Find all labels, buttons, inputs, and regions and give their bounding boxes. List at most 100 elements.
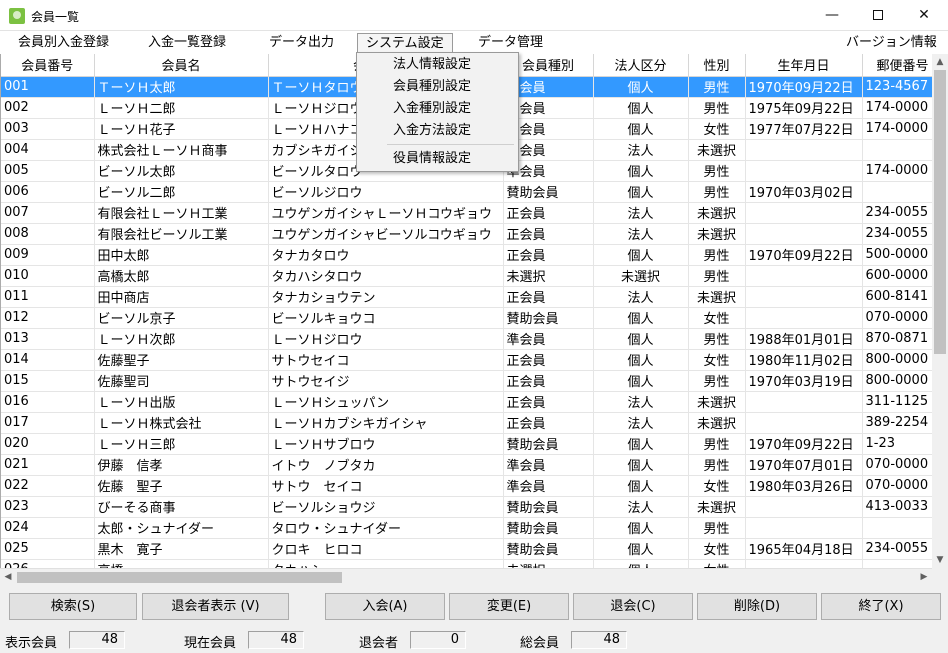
cell-gender[interactable]: 女性 bbox=[688, 538, 746, 560]
cell-member-type[interactable]: 正会員 bbox=[503, 412, 594, 434]
cell-corp-class[interactable]: 個人 bbox=[593, 244, 689, 266]
cell-member-no[interactable]: 006 bbox=[1, 181, 95, 203]
table-row[interactable]: 020 ＬーソＨ三郎 ＬーソＨサブロウ 賛助会員 個人 男性 1970年09月22日 1-23 bbox=[1, 433, 932, 455]
cell-member-no[interactable]: 010 bbox=[1, 265, 95, 287]
cell-member-no[interactable]: 015 bbox=[1, 370, 95, 392]
cell-member-name[interactable]: ＬーソＨ二郎 bbox=[94, 97, 269, 119]
cell-member-name[interactable]: 伊藤 信孝 bbox=[94, 454, 269, 476]
cell-postal-code[interactable]: 600-0000 bbox=[862, 265, 932, 287]
cell-member-name[interactable]: ＴーソＨ太郎 bbox=[94, 76, 269, 98]
cell-gender[interactable]: 男性 bbox=[688, 328, 746, 350]
cell-member-name[interactable]: 有限会社ビーソル工業 bbox=[94, 223, 269, 245]
cell-corp-class[interactable]: 個人 bbox=[593, 517, 689, 539]
dropdown-member-type-settings[interactable]: 会員種別設定 bbox=[393, 77, 471, 97]
cell-postal-code[interactable]: 070-0000 bbox=[862, 475, 932, 497]
table-row[interactable]: 008 有限会社ビーソル工業 ユウゲンガイシャビーソルコウギョウ 正会員 法人 未選択 23… bbox=[1, 223, 932, 245]
cell-birthdate[interactable] bbox=[745, 265, 863, 287]
cell-postal-code[interactable]: 174-0000 bbox=[862, 118, 932, 140]
cell-member-kana[interactable]: ユウゲンガイシャビーソルコウギョウ bbox=[268, 223, 504, 245]
cell-member-no[interactable]: 025 bbox=[1, 538, 95, 560]
search-button[interactable]: 検索(S) bbox=[9, 593, 137, 620]
cell-member-name[interactable]: びーそる商事 bbox=[94, 496, 269, 518]
cell-member-kana[interactable]: クロキ ヒロコ bbox=[268, 538, 504, 560]
table-row[interactable]: 026高橋タカハシ未選択個人女性 bbox=[1, 559, 932, 568]
cell-member-name[interactable]: ＬーソＨ出版 bbox=[94, 391, 269, 413]
cell-member-name[interactable]: 田中商店 bbox=[94, 286, 269, 308]
table-row[interactable]: 010 高橋太郎 タカハシタロウ 未選択 未選択 男性 600-0000 bbox=[1, 265, 932, 287]
cell-member-name[interactable]: 田中太郎 bbox=[94, 244, 269, 266]
cell-member-no[interactable]: 002 bbox=[1, 97, 95, 119]
cell-corp-class[interactable]: 個人 bbox=[593, 307, 689, 329]
dropdown-corp-info-settings[interactable]: 法人情報設定 bbox=[393, 55, 471, 75]
cell-member-type[interactable]: 正会員 bbox=[503, 202, 594, 224]
cell-member-name[interactable]: 株式会社ＬーソＨ商事 bbox=[94, 139, 269, 161]
cell-corp-class[interactable]: 法人 bbox=[593, 139, 689, 161]
cell-member-no[interactable]: 024 bbox=[1, 517, 95, 539]
cell-member-type[interactable]: 未選択 bbox=[503, 559, 594, 568]
cell-member-name[interactable]: 佐藤聖子 bbox=[94, 349, 269, 371]
cell-gender[interactable]: 女性 bbox=[688, 118, 746, 140]
cell-member-no[interactable]: 020 bbox=[1, 433, 95, 455]
table-row[interactable]: 022 佐藤 聖子 サトウ セイコ 準会員 個人 女性 1980年03月26日 070-000… bbox=[1, 475, 932, 497]
menu-member-payment[interactable]: 会員別入金登録 bbox=[10, 33, 117, 53]
cell-gender[interactable]: 男性 bbox=[688, 244, 746, 266]
cell-postal-code[interactable]: 234-0055 bbox=[862, 538, 932, 560]
cell-member-name[interactable]: 太郎・シュナイダー bbox=[94, 517, 269, 539]
cell-member-no[interactable]: 026 bbox=[1, 559, 95, 568]
cell-postal-code[interactable]: 1-23 bbox=[862, 433, 932, 455]
cell-member-name[interactable]: 高橋太郎 bbox=[94, 265, 269, 287]
cell-birthdate[interactable] bbox=[745, 559, 863, 568]
cell-postal-code[interactable]: 389-2254 bbox=[862, 412, 932, 434]
cell-corp-class[interactable]: 個人 bbox=[593, 181, 689, 203]
cell-member-kana[interactable]: ＬーソＨシュッパン bbox=[268, 391, 504, 413]
cell-birthdate[interactable]: 1970年03月19日 bbox=[745, 370, 863, 392]
table-row[interactable]: 014 佐藤聖子 サトウセイコ 正会員 個人 女性 1980年11月02日 800-0000 bbox=[1, 349, 932, 371]
withdraw-button[interactable]: 退会(C) bbox=[573, 593, 693, 620]
cell-member-type[interactable]: 正会員 bbox=[503, 370, 594, 392]
table-row[interactable]: 006 ビーソル二郎 ビーソルジロウ 賛助会員 個人 男性 1970年03月02日 bbox=[1, 181, 932, 203]
table-row[interactable]: 016 ＬーソＨ出版 ＬーソＨシュッパン 正会員 法人 未選択 311-1125 bbox=[1, 391, 932, 413]
cell-member-no[interactable]: 021 bbox=[1, 454, 95, 476]
cell-member-kana[interactable]: ビーソルキョウコ bbox=[268, 307, 504, 329]
cell-postal-code[interactable]: 870-0871 bbox=[862, 328, 932, 350]
cell-gender[interactable]: 未選択 bbox=[688, 139, 746, 161]
cell-postal-code[interactable]: 234-0055 bbox=[862, 202, 932, 224]
cell-corp-class[interactable]: 法人 bbox=[593, 412, 689, 434]
table-row[interactable]: 021 伊藤 信孝 イトウ ノブタカ 準会員 個人 男性 1970年07月01日 070-00… bbox=[1, 454, 932, 476]
cell-postal-code[interactable] bbox=[862, 559, 932, 568]
cell-postal-code[interactable]: 174-0000 bbox=[862, 160, 932, 182]
cell-birthdate[interactable] bbox=[745, 223, 863, 245]
cell-gender[interactable]: 女性 bbox=[688, 307, 746, 329]
cell-member-kana[interactable]: ＬーソＨサブロウ bbox=[268, 433, 504, 455]
table-row[interactable]: 011 田中商店 タナカショウテン 正会員 法人 未選択 600-8141 bbox=[1, 286, 932, 308]
cell-postal-code[interactable]: 311-1125 bbox=[862, 391, 932, 413]
cell-birthdate[interactable] bbox=[745, 412, 863, 434]
menu-payment-list[interactable]: 入金一覧登録 bbox=[140, 33, 234, 53]
scroll-left-icon[interactable]: ◀ bbox=[0, 569, 16, 585]
cell-gender[interactable]: 男性 bbox=[688, 160, 746, 182]
table-row[interactable]: 024 太郎・シュナイダー タロウ・シュナイダー 賛助会員 個人 男性 bbox=[1, 517, 932, 539]
cell-postal-code[interactable]: 413-0033 bbox=[862, 496, 932, 518]
cell-gender[interactable]: 女性 bbox=[688, 349, 746, 371]
cell-member-type[interactable]: 準会員 bbox=[503, 475, 594, 497]
cell-member-name[interactable]: 黒木 寛子 bbox=[94, 538, 269, 560]
cell-member-type[interactable]: 賛助会員 bbox=[503, 181, 594, 203]
cell-member-type[interactable]: 正会員 bbox=[503, 349, 594, 371]
cell-birthdate[interactable]: 1988年01月01日 bbox=[745, 328, 863, 350]
cell-birthdate[interactable] bbox=[745, 160, 863, 182]
cell-gender[interactable]: 未選択 bbox=[688, 223, 746, 245]
cell-member-name[interactable]: 有限会社ＬーソＨ工業 bbox=[94, 202, 269, 224]
cell-corp-class[interactable]: 個人 bbox=[593, 328, 689, 350]
cell-gender[interactable]: 男性 bbox=[688, 181, 746, 203]
cell-member-type[interactable]: 未選択 bbox=[503, 265, 594, 287]
cell-member-no[interactable]: 014 bbox=[1, 349, 95, 371]
cell-member-kana[interactable]: ビーソルショウジ bbox=[268, 496, 504, 518]
cell-member-no[interactable]: 011 bbox=[1, 286, 95, 308]
cell-corp-class[interactable]: 個人 bbox=[593, 475, 689, 497]
cell-member-kana[interactable]: タナカタロウ bbox=[268, 244, 504, 266]
dropdown-payment-method-settings[interactable]: 入金方法設定 bbox=[393, 121, 471, 141]
cell-birthdate[interactable] bbox=[745, 286, 863, 308]
scroll-right-icon[interactable]: ▶ bbox=[916, 569, 932, 585]
cell-member-type[interactable]: 正会員 bbox=[503, 286, 594, 308]
show-withdrawn-button[interactable]: 退会者表示 (V) bbox=[142, 593, 289, 620]
